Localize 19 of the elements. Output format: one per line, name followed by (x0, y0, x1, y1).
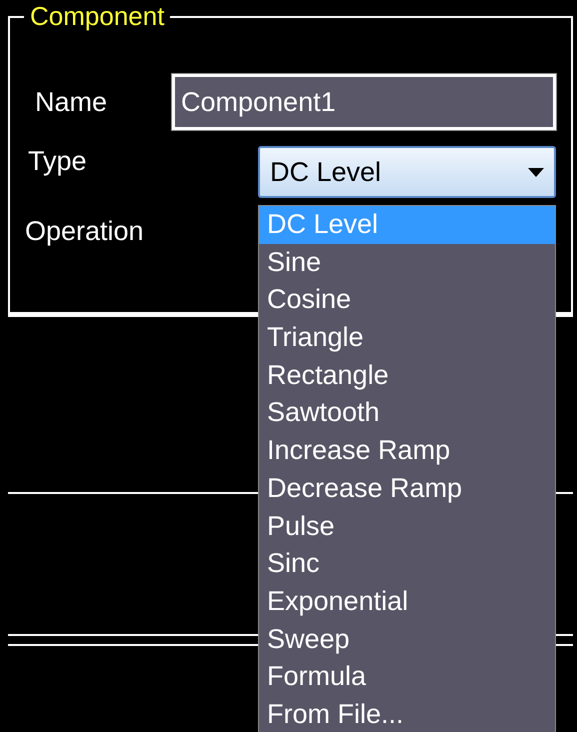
dropdown-option[interactable]: Increase Ramp (259, 432, 555, 470)
dropdown-option[interactable]: Pulse (259, 508, 555, 546)
dropdown-option[interactable]: Sawtooth (259, 394, 555, 432)
caret-icon (528, 168, 544, 176)
field-label: Type (28, 146, 88, 177)
dropdown-option[interactable]: Cosine (259, 281, 555, 320)
type-dropdown[interactable]: DC Level (258, 146, 556, 198)
dropdown-option[interactable]: Decrease Ramp (259, 470, 555, 508)
dropdown-option[interactable]: Sinc (259, 545, 555, 583)
dropdown-option[interactable]: Triangle (259, 319, 555, 357)
dropdown-option[interactable]: Formula (259, 658, 555, 696)
field-label: Operation (25, 216, 144, 247)
dropdown-option[interactable]: From File... (259, 696, 555, 732)
dropdown-option[interactable]: Rectangle (259, 356, 555, 394)
dropdown-option[interactable]: Sine (259, 244, 555, 282)
field-label: Name (35, 86, 108, 118)
dropdown-option[interactable]: Exponential (259, 582, 555, 621)
dropdown-option[interactable]: Sweep (259, 620, 555, 658)
name-input-field[interactable]: Component1 (172, 74, 556, 130)
